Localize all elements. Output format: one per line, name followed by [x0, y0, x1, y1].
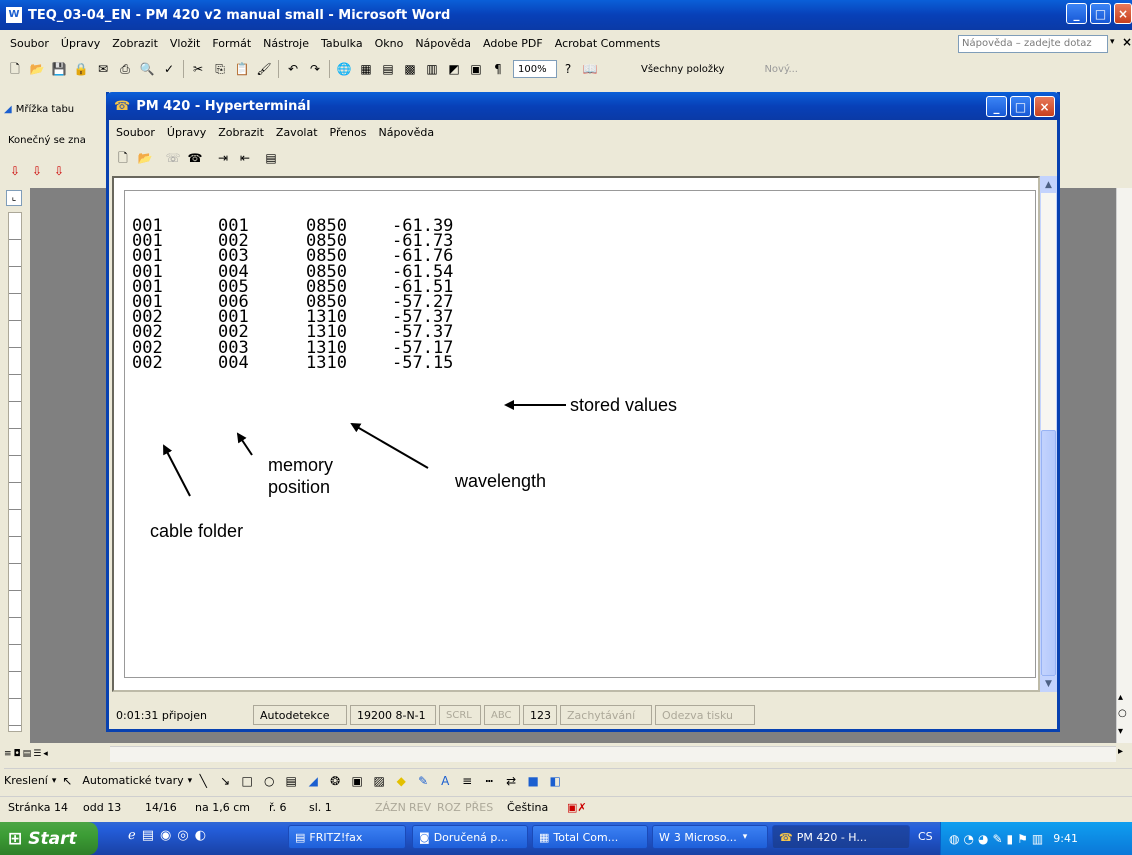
- hyper-status-capture: Zachytávání: [560, 705, 652, 725]
- system-tray: ◍ ◔ ◕ ✎ ▮ ⚑ ▥ 9:41: [940, 822, 1132, 855]
- hyper-status-num: 123: [523, 705, 557, 725]
- tray-icon-6[interactable]: ⚑: [1017, 832, 1028, 846]
- hyper-statusbar: 0:01:31 připojen Autodetekce 19200 8-N-1…: [106, 700, 1060, 730]
- tray-icon-2[interactable]: ◔: [963, 832, 973, 846]
- memory-position-arrow: [236, 432, 253, 456]
- annotation-memory-line2: position: [268, 477, 331, 497]
- taskbar-item-microsoft[interactable]: W3 Microso... ▾: [652, 825, 768, 849]
- inbox-icon: ◙: [419, 830, 430, 844]
- cable-folder-arrow: [163, 444, 191, 497]
- group-arrow-icon: ▾: [742, 832, 748, 842]
- terminal-scroll-thumb[interactable]: [1041, 430, 1056, 676]
- hyper-status-abc: ABC: [484, 705, 520, 725]
- wavelength-arrow: [350, 422, 429, 469]
- taskbar-item-inbox[interactable]: ◙ Doručená p...: [412, 825, 528, 849]
- hyper-status-connected: 0:01:31 připojen: [116, 708, 207, 722]
- hyper-status-scrl: SCRL: [439, 705, 481, 725]
- hyper-status-detect: Autodetekce: [253, 705, 347, 725]
- hyper-taskbar-icon: ☎: [779, 830, 793, 844]
- annotation-wavelength: wavelength: [455, 471, 547, 491]
- hyper-status-baud: 19200 8-N-1: [350, 705, 436, 725]
- language-indicator[interactable]: CS: [918, 830, 933, 843]
- taskbar-item-fritzfax[interactable]: ▤ FRITZ!fax: [288, 825, 406, 849]
- tray-icon-4[interactable]: ✎: [992, 832, 1002, 846]
- hyper-status-echo: Odezva tisku: [655, 705, 755, 725]
- terminal-scroll-up-button[interactable]: ▲: [1041, 177, 1056, 193]
- tray-icon-3[interactable]: ◕: [978, 832, 988, 846]
- fax-icon: ▤: [295, 830, 306, 844]
- total-commander-icon: ▦: [539, 830, 550, 844]
- tray-isdn-icon[interactable]: ▥: [1032, 832, 1043, 846]
- taskbar-item-total-commander[interactable]: ▦ Total Com...: [532, 825, 648, 849]
- word-taskbar-icon: W: [659, 830, 670, 844]
- annotation-memory-line1: memory: [268, 455, 334, 475]
- annotation-stored-values: stored values: [570, 395, 678, 415]
- terminal-scroll-down-button[interactable]: ▼: [1041, 676, 1056, 692]
- tray-network-icon[interactable]: ▮: [1007, 832, 1014, 846]
- taskbar-item-hyperterminal[interactable]: ☎ PM 420 - H...: [772, 825, 910, 849]
- annotation-cable-folder: cable folder: [150, 521, 244, 541]
- tray-icon-1[interactable]: ◍: [949, 832, 959, 846]
- clock[interactable]: 9:41: [1053, 832, 1078, 845]
